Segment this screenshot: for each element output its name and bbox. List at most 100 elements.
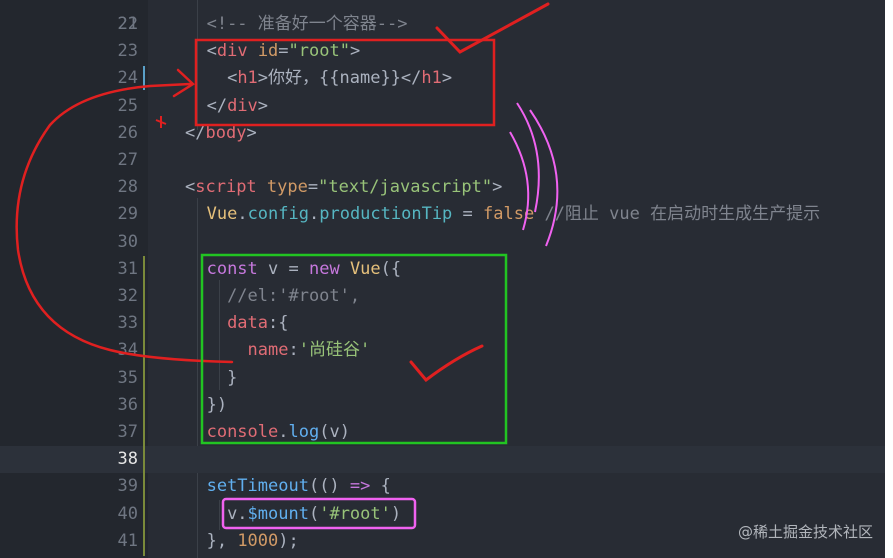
line-number: 30 xyxy=(117,231,138,252)
code-line-27[interactable]: 27 xyxy=(0,147,885,174)
code-token: h1 xyxy=(421,68,442,89)
code-token: ( xyxy=(308,503,320,524)
code-line-28[interactable]: 28 <script type="text/javascript"> xyxy=(0,174,885,201)
code-line-35[interactable]: 35 } xyxy=(0,365,885,392)
code-text: const v = new Vue({ xyxy=(207,256,402,283)
git-change-marker xyxy=(143,66,145,90)
code-text: v.$mount('#root') xyxy=(207,501,402,528)
line-number: 22 xyxy=(117,14,138,34)
code-line-26[interactable]: 26 </body> xyxy=(0,120,885,147)
code-token: > xyxy=(257,95,269,116)
code-line-39[interactable]: 39 setTimeout(() => { xyxy=(0,473,885,500)
code-token: productionTip xyxy=(319,204,453,225)
line-number: 23 xyxy=(117,41,138,62)
code-line-partial: 21 xyxy=(117,14,138,34)
line-number: 26 xyxy=(117,122,138,143)
code-token: name xyxy=(206,340,289,361)
code-token: < xyxy=(185,177,196,198)
code-token: : xyxy=(288,340,299,361)
code-text: //el:'#root', xyxy=(206,283,361,310)
code-text: <h1>你好，{{name}}</h1> xyxy=(206,65,453,92)
line-number: 24 xyxy=(117,68,138,89)
code-line-25[interactable]: 25 </div> xyxy=(0,93,885,120)
code-line-30[interactable]: 30 xyxy=(0,229,885,256)
code-token: = xyxy=(452,204,484,225)
code-token: >你好，{{name}}</ xyxy=(257,68,422,89)
line-number: 36 xyxy=(117,394,138,415)
code-line-34[interactable]: 34 name:'尚硅谷' xyxy=(0,337,885,364)
code-token: } xyxy=(206,367,238,388)
code-token: </ xyxy=(206,95,228,116)
code-token: setTimeout xyxy=(206,476,309,497)
code-editor[interactable]: 21 22 <!-- 准备好一个容器--> 23 <div id="root"> 24 … xyxy=(0,0,893,558)
code-token: </ xyxy=(185,122,206,143)
code-token: div xyxy=(216,41,248,62)
line-number: 25 xyxy=(117,95,138,116)
code-token: ) xyxy=(390,503,402,524)
code-line-36[interactable]: 36}) xyxy=(0,392,885,419)
code-token: > xyxy=(492,177,503,198)
line-number: 37 xyxy=(117,422,138,442)
code-token: script xyxy=(195,177,257,198)
code-token: }) xyxy=(206,394,228,415)
code-token: 1000 xyxy=(237,530,279,551)
code-token: h1 xyxy=(237,68,258,89)
line-number: 33 xyxy=(117,313,138,334)
code-token: Vue xyxy=(349,258,381,279)
code-line-38[interactable]: 38 xyxy=(0,446,885,474)
git-change-marker xyxy=(143,256,145,556)
code-text: <div id="root"> xyxy=(207,38,361,65)
code-line-33[interactable]: 33 data:{ xyxy=(0,310,885,337)
code-token: => xyxy=(349,476,371,497)
line-number: 34 xyxy=(117,340,138,361)
code-token: :{ xyxy=(268,313,289,334)
code-token: . xyxy=(278,422,289,442)
code-token: $mount xyxy=(247,503,309,524)
code-line-22[interactable]: 22 <!-- 准备好一个容器--> xyxy=(0,11,885,38)
code-token: < xyxy=(206,68,238,89)
code-line-23[interactable]: 23 <div id="root"> xyxy=(0,38,885,65)
line-number: 39 xyxy=(117,476,138,497)
code-token: = xyxy=(307,177,319,198)
code-token: Vue xyxy=(206,204,238,225)
code-line-32[interactable]: 32 //el:'#root', xyxy=(0,283,885,310)
code-token: ); xyxy=(278,530,299,551)
code-token: }, xyxy=(206,530,238,551)
code-token: > xyxy=(349,41,361,62)
code-token: console xyxy=(206,422,279,442)
code-text: name:'尚硅谷' xyxy=(207,337,371,364)
code-token: "root" xyxy=(288,41,350,62)
code-line-31[interactable]: 31 const v = new Vue({ xyxy=(0,256,885,283)
code-token: '#root' xyxy=(319,503,391,524)
window-edge xyxy=(885,0,893,558)
code-line-24[interactable]: 24 <h1>你好，{{name}}</h1> xyxy=(0,65,885,92)
code-token: //el:'#root', xyxy=(206,286,361,306)
line-number: 28 xyxy=(117,177,138,198)
code-token: log xyxy=(288,422,320,442)
line-number: 32 xyxy=(117,286,138,306)
line-number: 38 xyxy=(117,449,138,470)
code-token: id xyxy=(257,41,279,62)
code-token: . xyxy=(237,204,248,225)
line-number: 41 xyxy=(117,530,138,551)
code-token: const xyxy=(206,258,258,279)
code-text: </div> xyxy=(207,93,268,120)
code-text: <!-- 准备好一个容器--> xyxy=(207,11,408,38)
code-text: console.log(v) xyxy=(207,419,350,446)
code-line-29[interactable]: 29 Vue.config.productionTip = false //阻止 … xyxy=(0,201,885,228)
code-token: { xyxy=(370,476,391,497)
code-token: "text/javascript" xyxy=(318,177,493,198)
code-token: config xyxy=(247,204,309,225)
line-number: 35 xyxy=(117,367,138,388)
code-token: <!-- 准备好一个容器--> xyxy=(206,14,408,34)
code-text: }) xyxy=(207,392,227,419)
code-token: > xyxy=(441,68,453,89)
line-number: 40 xyxy=(117,503,138,524)
code-line-37[interactable]: 37 console.log(v) xyxy=(0,419,885,446)
code-text: Vue.config.productionTip = false //阻止 vu… xyxy=(207,201,821,228)
code-token: false xyxy=(483,204,535,225)
code-token: new xyxy=(308,258,340,279)
